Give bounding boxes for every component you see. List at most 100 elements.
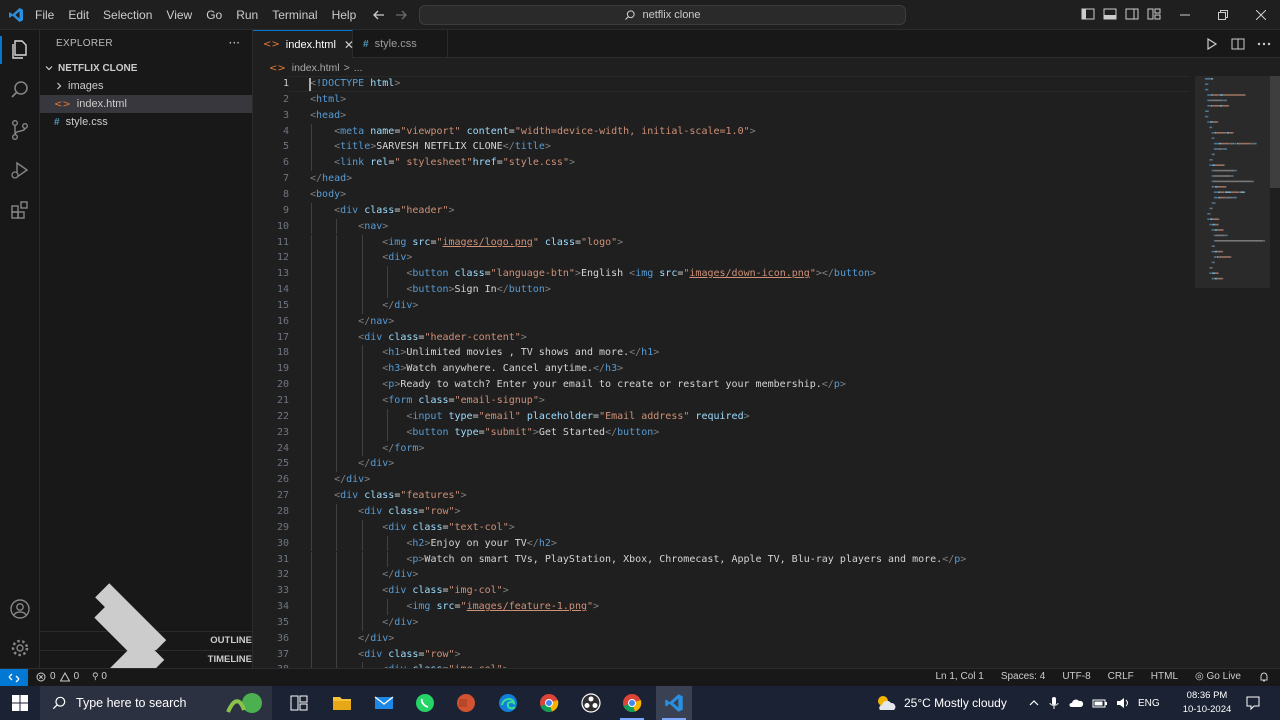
clock[interactable]: 08:36 PM 10-10-2024 <box>1172 689 1242 717</box>
arrow-left-icon[interactable] <box>371 7 387 23</box>
arrow-right-icon[interactable] <box>393 7 409 23</box>
code-line[interactable]: <form class="email-signup"> <box>310 393 545 409</box>
split-editor-icon[interactable] <box>1230 36 1246 52</box>
remote-indicator-button[interactable] <box>0 669 28 687</box>
code-line[interactable]: <div class="row"> <box>310 504 460 520</box>
cursor-position[interactable]: Ln 1, Col 1 <box>935 671 983 683</box>
file-explorer-icon[interactable] <box>329 690 355 716</box>
code-line[interactable]: <img src="images/feature-1.png"> <box>310 599 599 615</box>
end-of-line[interactable]: CRLF <box>1108 671 1134 683</box>
code-line[interactable]: </div> <box>310 615 418 631</box>
chrome-icon[interactable] <box>536 690 562 716</box>
chrome-profile-icon[interactable] <box>619 690 645 716</box>
code-line[interactable]: <button>Sign In</button> <box>310 282 551 298</box>
breadcrumb-file[interactable]: index.html <box>292 62 340 74</box>
settings-gear-icon[interactable] <box>8 636 32 660</box>
code-line[interactable]: <!DOCTYPE html> <box>310 76 400 92</box>
code-line[interactable]: <div class="text-col"> <box>310 520 515 536</box>
explorer-files-icon[interactable] <box>8 38 32 62</box>
code-line[interactable]: <div class="header-content"> <box>310 330 527 346</box>
tree-item-style-css[interactable]: # style.css <box>40 113 252 131</box>
maximize-button[interactable] <box>1204 0 1242 30</box>
code-line[interactable]: <nav> <box>310 219 388 235</box>
go-live-button[interactable]: ◎ Go Live <box>1195 671 1241 683</box>
vertical-scrollbar[interactable] <box>1270 76 1280 188</box>
source-control-icon[interactable] <box>8 118 32 142</box>
code-line[interactable]: </div> <box>310 456 394 472</box>
battery-icon[interactable] <box>1092 697 1108 709</box>
minimize-button[interactable] <box>1166 0 1204 30</box>
code-line[interactable]: </div> <box>310 631 394 647</box>
chevron-up-icon[interactable] <box>1028 697 1040 709</box>
code-line[interactable]: <link rel=" stylesheet"href="style.css"> <box>310 155 575 171</box>
more-actions-icon[interactable] <box>1256 36 1272 52</box>
menu-help[interactable]: Help <box>325 4 364 26</box>
code-line[interactable]: <div class="row"> <box>310 647 460 663</box>
code-line[interactable]: <img src="images/logo.png" class="logo"> <box>310 235 623 251</box>
menu-view[interactable]: View <box>159 4 199 26</box>
customize-layout-icon[interactable] <box>1146 6 1162 22</box>
code-line[interactable]: </div> <box>310 298 418 314</box>
breadcrumb-symbols[interactable]: ... <box>354 62 363 74</box>
language-mode[interactable]: HTML <box>1151 671 1178 683</box>
accounts-icon[interactable] <box>8 597 32 621</box>
code-line[interactable]: <head> <box>310 108 346 124</box>
toggle-primary-sidebar-icon[interactable] <box>1080 6 1096 22</box>
problems-status[interactable]: 0 0 <box>36 671 79 682</box>
run-icon[interactable] <box>1204 36 1220 52</box>
mail-icon[interactable] <box>371 690 397 716</box>
search-icon[interactable] <box>8 78 32 102</box>
search-highlight-icon[interactable] <box>222 690 270 716</box>
code-line[interactable]: </head> <box>310 171 352 187</box>
code-editor[interactable]: 1 2 3 4 5 6 7 8 9 10 11 12 13 14 15 16 17 18 19 20 21 22 23 24 2… <box>253 76 1280 668</box>
edge-icon[interactable] <box>495 690 521 716</box>
code-line[interactable]: </form> <box>310 441 424 457</box>
more-actions-icon[interactable]: ··· <box>229 36 240 50</box>
start-button[interactable] <box>0 686 40 720</box>
ports-status[interactable]: ⚲ 0 <box>92 671 107 682</box>
vscode-taskbar-icon[interactable] <box>656 686 692 720</box>
code-line[interactable]: </div> <box>310 567 418 583</box>
indentation[interactable]: Spaces: 4 <box>1001 671 1045 683</box>
toggle-secondary-sidebar-icon[interactable] <box>1124 6 1140 22</box>
language-indicator[interactable]: ENG <box>1138 698 1160 709</box>
extensions-icon[interactable] <box>8 198 32 222</box>
encoding[interactable]: UTF-8 <box>1062 671 1090 683</box>
close-window-button[interactable] <box>1242 0 1280 30</box>
notification-icon[interactable] <box>1245 695 1261 711</box>
cloud-icon[interactable] <box>1068 697 1084 709</box>
folder-netflix-clone[interactable]: NETFLIX CLONE <box>40 59 252 77</box>
obs-icon[interactable] <box>578 690 604 716</box>
minimap[interactable] <box>1195 76 1265 296</box>
code-line[interactable]: <div class="header"> <box>310 203 454 219</box>
tab-style-css[interactable]: # style.css <box>353 30 448 58</box>
code-line[interactable]: <body> <box>310 187 346 203</box>
run-debug-icon[interactable] <box>8 158 32 182</box>
menu-selection[interactable]: Selection <box>96 4 159 26</box>
tab-index-html[interactable]: <> index.html ✕ <box>253 30 354 58</box>
code-line[interactable]: <p>Ready to watch? Enter your email to c… <box>310 377 846 393</box>
task-view-icon[interactable] <box>286 690 312 716</box>
code-line[interactable]: <input type="email" placeholder="Email a… <box>310 409 749 425</box>
whatsapp-icon[interactable] <box>412 690 438 716</box>
code-line[interactable]: <html> <box>310 92 346 108</box>
timeline-section[interactable]: TIMELINE <box>40 603 252 716</box>
code-line[interactable]: <button class="language-btn">English <im… <box>310 266 876 282</box>
code-line[interactable]: </nav> <box>310 314 394 330</box>
command-center-search[interactable]: netflix clone <box>419 5 906 25</box>
code-line[interactable]: <p>Watch on smart TVs, PlayStation, Xbox… <box>310 552 966 568</box>
menu-run[interactable]: Run <box>229 4 265 26</box>
tree-item-images[interactable]: images <box>40 77 252 95</box>
menu-terminal[interactable]: Terminal <box>265 4 324 26</box>
bell-icon[interactable] <box>1258 671 1270 683</box>
code-line[interactable]: <h3>Watch anywhere. Cancel anytime.</h3> <box>310 361 623 377</box>
code-line[interactable]: <div class="img-col"> <box>310 583 508 599</box>
code-line[interactable]: <meta name="viewport" content="width=dev… <box>310 124 756 140</box>
code-line[interactable]: <div class="features"> <box>310 488 467 504</box>
code-line[interactable]: </div> <box>310 472 370 488</box>
menu-go[interactable]: Go <box>199 4 229 26</box>
menu-edit[interactable]: Edit <box>61 4 96 26</box>
toggle-panel-icon[interactable] <box>1102 6 1118 22</box>
tree-item-index-html[interactable]: <> index.html <box>40 95 252 113</box>
code-line[interactable]: <h2>Enjoy on your TV</h2> <box>310 536 557 552</box>
